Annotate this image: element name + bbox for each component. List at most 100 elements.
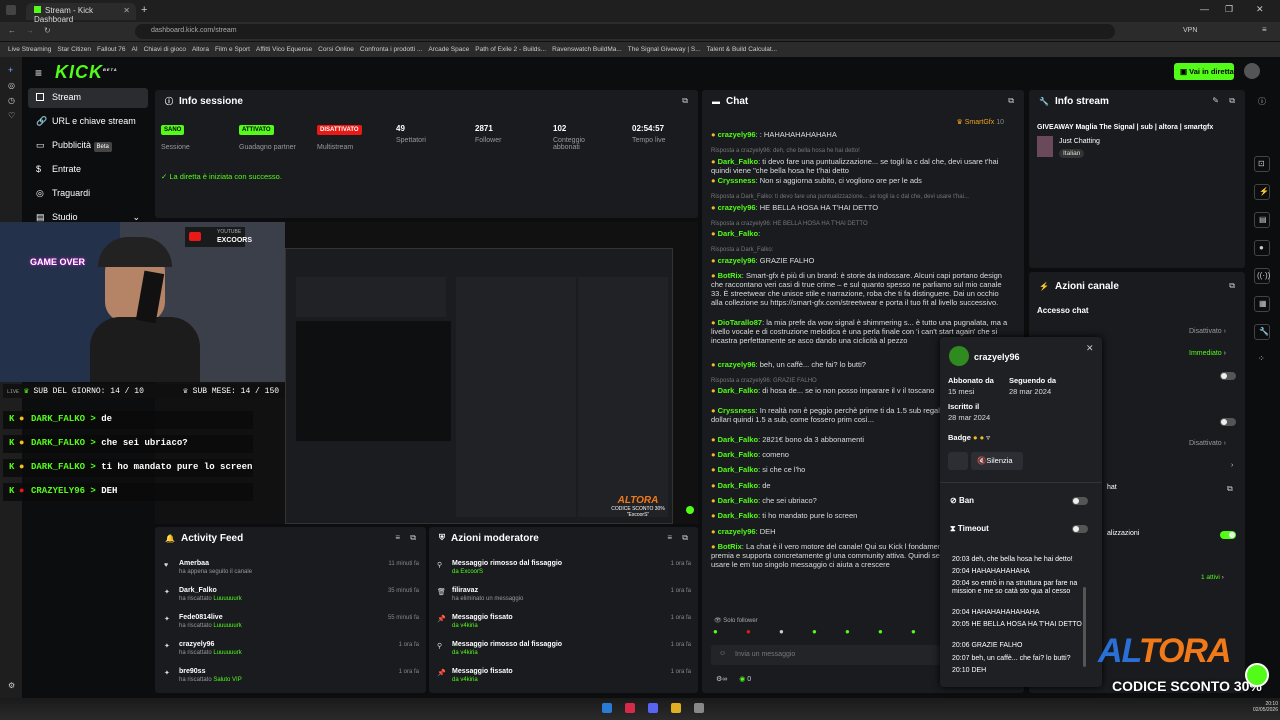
- timeout-toggle[interactable]: [1072, 525, 1088, 533]
- rail-layout-icon[interactable]: ▦: [1254, 296, 1270, 312]
- bookmark-item[interactable]: Fallout 76: [97, 46, 126, 53]
- emote-icon[interactable]: ●: [779, 627, 784, 636]
- rail-bolt-icon[interactable]: ⚡: [1254, 184, 1270, 200]
- chat-username[interactable]: Cryssness: [718, 176, 756, 185]
- bookmark-item[interactable]: Ravenswatch BuildMa...: [552, 46, 622, 53]
- chat-message[interactable]: ● Dark_Falko: ti devo fare una puntualiz…: [711, 157, 1011, 175]
- bookmark-item[interactable]: Chiavi di gioco: [144, 46, 186, 53]
- taskbar-app-icon[interactable]: [625, 703, 635, 713]
- bookmark-item[interactable]: Altora: [192, 46, 209, 53]
- close-icon[interactable]: ✕: [1086, 343, 1094, 354]
- chat-message[interactable]: ● crazyely96: HE BELLA HOSA HA T'HAI DET…: [711, 203, 1011, 217]
- info-icon[interactable]: ⓘ: [1258, 96, 1266, 107]
- emote-icon[interactable]: ●: [911, 627, 916, 636]
- bookmark-item[interactable]: The Signal Giveway | S...: [628, 46, 701, 53]
- user-card-name[interactable]: crazyely96: [974, 352, 1020, 362]
- chat-message[interactable]: ● crazyely96: GRAZIE FALHO: [711, 256, 1011, 270]
- system-clock[interactable]: 20:10 02/05/2026: [1250, 701, 1278, 713]
- chat-username[interactable]: Dark_Falko: [718, 465, 758, 474]
- kick-logo[interactable]: KICKBETA: [55, 62, 118, 83]
- new-tab-icon[interactable]: +: [141, 4, 147, 16]
- chat-message[interactable]: Risposta a Dark_Falko: ti devo fare una …: [711, 191, 1011, 201]
- setting-row[interactable]: Disattivato ›: [1189, 440, 1226, 447]
- rail-scan-icon[interactable]: ⊡: [1254, 156, 1270, 172]
- rail-chat-icon[interactable]: ●: [1254, 240, 1270, 256]
- setting-row[interactable]: 1 attivi ›: [1201, 574, 1224, 581]
- rail-wrench-icon[interactable]: 🔧: [1254, 324, 1270, 340]
- sidebar-item-goals[interactable]: ◎ Traguardi: [28, 184, 148, 204]
- emote-icon[interactable]: ●: [812, 627, 817, 636]
- filter-icon[interactable]: ≡: [667, 533, 672, 542]
- rail-broadcast-icon[interactable]: ((·)): [1254, 268, 1270, 284]
- hamburger-menu-icon[interactable]: ≡: [35, 66, 42, 80]
- popout-icon[interactable]: ⧉: [410, 533, 416, 543]
- discord-icon[interactable]: [648, 703, 658, 713]
- help-bubble-icon[interactable]: [1245, 663, 1269, 687]
- folder-icon[interactable]: [671, 703, 681, 713]
- sidebar-item-income[interactable]: $ Entrate: [28, 160, 148, 180]
- go-live-button[interactable]: ▣ Vai in diretta: [1174, 63, 1234, 80]
- back-icon[interactable]: ←: [8, 26, 16, 35]
- chat-username[interactable]: Dark_Falko: [718, 435, 758, 444]
- chat-message[interactable]: ● crazyely96: : HAHAHAHAHAHAHA: [711, 130, 1011, 144]
- chat-message[interactable]: Risposta a Dark_Falko:: [711, 244, 1011, 254]
- chat-username[interactable]: Dark_Falko: [718, 481, 758, 490]
- chat-username[interactable]: Dark_Falko: [718, 496, 758, 505]
- chat-username[interactable]: Dark_Falko: [718, 386, 758, 395]
- sidebar-item-url[interactable]: 🔗 URL e chiave stream: [28, 112, 148, 132]
- chevron-right-icon[interactable]: ›: [1231, 462, 1233, 469]
- chat-username[interactable]: crazyely96: [718, 256, 756, 265]
- chat-username[interactable]: BotRix: [718, 271, 742, 280]
- popout-icon[interactable]: ⧉: [1008, 96, 1014, 106]
- vpn-button[interactable]: VPN: [1183, 27, 1197, 34]
- sidebar-history-icon[interactable]: ◷: [8, 96, 22, 105]
- emote-icon[interactable]: ●: [713, 627, 718, 636]
- setting-toggle[interactable]: [1220, 531, 1236, 539]
- chat-username[interactable]: Dark_Falko: [718, 450, 758, 459]
- chat-message[interactable]: ● BotRix: Smart-gfx è più di un brand: è…: [711, 271, 1011, 317]
- chat-message[interactable]: ● Cryssness: Non si aggiorna subito, ci …: [711, 176, 1011, 190]
- settings-icon[interactable]: ⚙∞: [716, 676, 727, 683]
- bookmark-item[interactable]: Confronta i prodotti ...: [360, 46, 423, 53]
- setting-row[interactable]: Immediato ›: [1189, 350, 1226, 357]
- avatar[interactable]: [1244, 63, 1260, 79]
- sidebar-item-stream[interactable]: Stream: [28, 88, 148, 108]
- popout-icon[interactable]: ⧉: [1229, 96, 1235, 106]
- sidebar-settings-icon[interactable]: ⚙: [8, 681, 15, 690]
- minimize-icon[interactable]: —: [1200, 4, 1209, 14]
- bookmark-item[interactable]: AI: [132, 46, 138, 53]
- chat-message[interactable]: Risposta a crazyely96: HE BELLA HOSA HA …: [711, 218, 1011, 228]
- taskbar-app-icon[interactable]: [694, 703, 704, 713]
- sidebar-add-icon[interactable]: +: [8, 65, 22, 75]
- bookmark-item[interactable]: Talent & Build Calculat...: [707, 46, 777, 53]
- rail-doc-icon[interactable]: ▤: [1254, 212, 1270, 228]
- more-actions-button[interactable]: [948, 452, 968, 470]
- bookmark-item[interactable]: Corsi Online: [318, 46, 354, 53]
- chat-username[interactable]: BotRix: [718, 542, 742, 551]
- close-window-icon[interactable]: ✕: [1256, 4, 1264, 15]
- reload-icon[interactable]: ↻: [44, 26, 51, 35]
- edit-icon[interactable]: ✎: [1212, 96, 1219, 105]
- popout-icon[interactable]: ⧉: [1229, 281, 1235, 291]
- chat-username[interactable]: crazyely96: [718, 130, 756, 139]
- sidebar-item-ads[interactable]: ▭ Pubblicità Beta: [28, 136, 148, 156]
- chat-message[interactable]: ● Dark_Falko:: [711, 229, 1011, 243]
- silence-button[interactable]: 🔇Silenzia: [971, 452, 1023, 470]
- bookmark-item[interactable]: Path of Exile 2 - Builds...: [475, 46, 546, 53]
- bookmark-item[interactable]: Arcade Space: [428, 46, 469, 53]
- popout-icon[interactable]: ⧉: [682, 533, 688, 543]
- chat-username[interactable]: crazyely96: [718, 527, 756, 536]
- tab-menu-icon[interactable]: [6, 5, 16, 15]
- bookmark-item[interactable]: Live Streaming: [8, 46, 51, 53]
- chat-username[interactable]: crazyely96: [718, 203, 756, 212]
- chat-message[interactable]: Risposta a crazyely96: deh, che bella ho…: [711, 145, 1011, 155]
- chat-username[interactable]: Dark_Falko: [718, 511, 758, 520]
- ban-toggle[interactable]: [1072, 497, 1088, 505]
- chat-username[interactable]: DioTarallo87: [718, 318, 762, 327]
- bookmark-item[interactable]: Film e Sport: [215, 46, 250, 53]
- sidebar-favorites-icon[interactable]: ♡: [8, 111, 22, 120]
- chat-username[interactable]: Cryssness: [718, 406, 756, 415]
- browser-menu-icon[interactable]: ≡: [1262, 25, 1267, 34]
- chat-input[interactable]: ☺ Invia un messaggio: [711, 645, 941, 665]
- tab-kick-dashboard[interactable]: Stream - Kick Dashboard ✕: [26, 3, 136, 24]
